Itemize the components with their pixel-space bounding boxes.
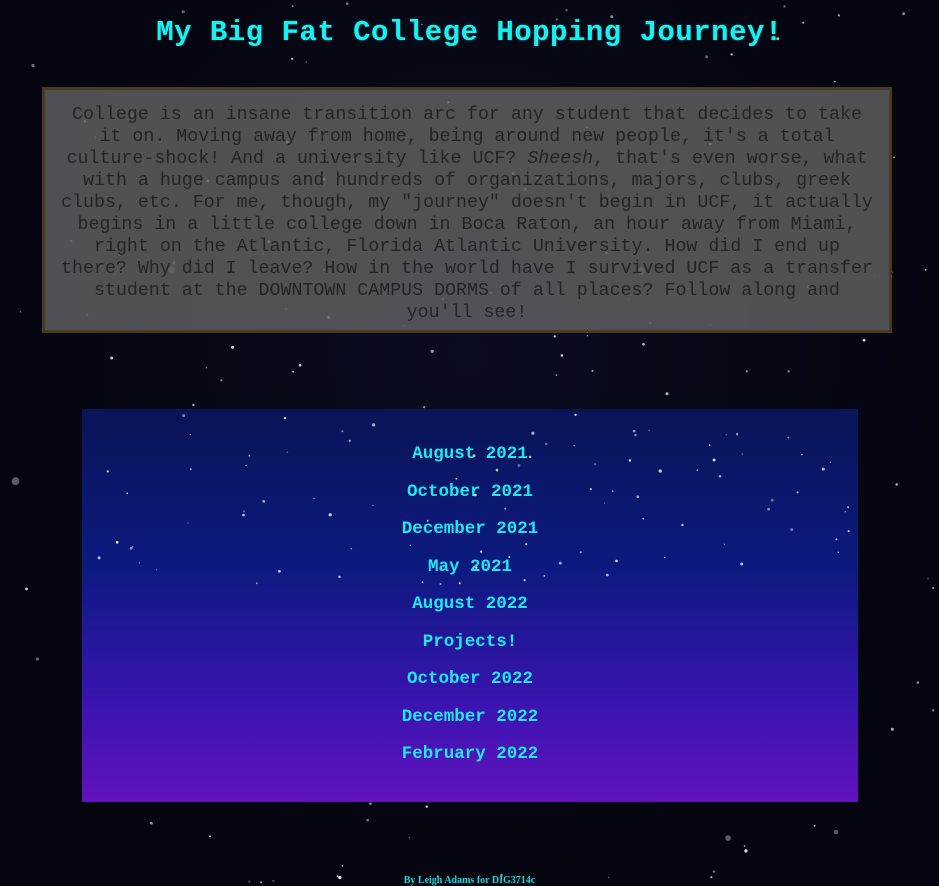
star bbox=[366, 818, 370, 822]
star bbox=[283, 417, 287, 420]
star bbox=[189, 433, 191, 436]
star bbox=[305, 61, 307, 63]
page-title: My Big Fat College Hopping Journey! bbox=[156, 16, 783, 49]
star bbox=[902, 12, 905, 16]
star bbox=[787, 436, 790, 439]
star bbox=[110, 356, 114, 360]
star bbox=[705, 55, 708, 59]
star bbox=[20, 311, 22, 313]
nav-item-projects: Projects! bbox=[82, 631, 858, 669]
star bbox=[565, 9, 568, 12]
star bbox=[423, 406, 426, 409]
nav-item-december-2022: December 2022 bbox=[82, 706, 858, 744]
star bbox=[341, 430, 344, 433]
star bbox=[665, 392, 669, 396]
star bbox=[634, 433, 637, 437]
nav-item-august-2022: August 2022 bbox=[82, 593, 858, 631]
star bbox=[586, 335, 589, 337]
star bbox=[205, 367, 207, 369]
star bbox=[735, 433, 739, 436]
star bbox=[745, 370, 748, 373]
nav-item-october-2022: October 2022 bbox=[82, 668, 858, 706]
star bbox=[642, 342, 645, 346]
nav-link-august-2021[interactable]: August 2021 bbox=[412, 444, 528, 464]
nav-link-february-2022[interactable]: February 2022 bbox=[402, 744, 539, 764]
star bbox=[425, 805, 428, 808]
nav-link-december-2022[interactable]: December 2022 bbox=[402, 707, 539, 727]
star bbox=[743, 845, 746, 847]
star bbox=[231, 345, 235, 349]
nav-link-december-2021[interactable]: December 2021 bbox=[402, 519, 539, 539]
star bbox=[787, 370, 790, 373]
star bbox=[35, 657, 40, 661]
star bbox=[560, 354, 564, 357]
star bbox=[220, 379, 223, 382]
star bbox=[834, 830, 839, 835]
star bbox=[348, 439, 351, 442]
nav-link-may-2021[interactable]: May 2021 bbox=[428, 557, 512, 577]
nav-link-august-2022[interactable]: August 2022 bbox=[412, 594, 528, 614]
intro-text-box: College is an insane transition arc for … bbox=[42, 87, 892, 333]
star bbox=[150, 821, 153, 825]
star bbox=[209, 835, 211, 838]
star bbox=[712, 870, 716, 873]
star bbox=[890, 727, 894, 731]
star bbox=[834, 80, 836, 83]
star bbox=[916, 681, 919, 684]
star bbox=[553, 335, 556, 338]
star bbox=[648, 429, 650, 431]
star bbox=[25, 587, 28, 591]
nav-link-october-2022[interactable]: October 2022 bbox=[407, 669, 533, 689]
star bbox=[369, 802, 372, 805]
star bbox=[345, 2, 349, 5]
navigation-panel: August 2021 October 2021 December 2021 M… bbox=[82, 409, 858, 802]
star bbox=[372, 423, 376, 427]
star bbox=[931, 708, 935, 712]
nav-link-projects[interactable]: Projects! bbox=[423, 632, 518, 652]
star bbox=[813, 824, 816, 827]
star bbox=[11, 477, 20, 486]
nav-item-may-2021: May 2021 bbox=[82, 556, 858, 594]
intro-text-emphasis: Sheesh bbox=[527, 149, 594, 169]
star bbox=[893, 156, 895, 159]
star bbox=[181, 10, 185, 14]
star bbox=[298, 364, 302, 367]
intro-text-part-2: , that's even worse, what with a huge ca… bbox=[61, 149, 873, 323]
star bbox=[591, 370, 594, 372]
nav-item-december-2021: December 2021 bbox=[82, 518, 858, 556]
star bbox=[341, 865, 344, 867]
nav-list: August 2021 October 2021 December 2021 M… bbox=[82, 443, 858, 781]
star bbox=[862, 338, 866, 342]
star bbox=[430, 349, 434, 353]
star bbox=[730, 53, 733, 56]
star bbox=[291, 57, 294, 60]
nav-link-october-2021[interactable]: October 2021 bbox=[407, 482, 533, 502]
nav-item-august-2021: August 2021 bbox=[82, 443, 858, 481]
star bbox=[924, 268, 927, 271]
star bbox=[725, 835, 731, 841]
star bbox=[725, 434, 727, 436]
star bbox=[291, 5, 294, 8]
star bbox=[292, 370, 295, 373]
star bbox=[895, 483, 898, 486]
star bbox=[783, 5, 786, 8]
footer-credit: By Leigh Adams for DIG3714c bbox=[403, 875, 536, 886]
page: My Big Fat College Hopping Journey! Coll… bbox=[0, 0, 939, 886]
nav-item-february-2022: February 2022 bbox=[82, 743, 858, 781]
star bbox=[744, 849, 748, 853]
star bbox=[182, 414, 186, 418]
star bbox=[531, 431, 535, 435]
star bbox=[932, 587, 935, 589]
star bbox=[192, 403, 195, 407]
star bbox=[632, 429, 636, 433]
nav-item-october-2021: October 2021 bbox=[82, 481, 858, 519]
star bbox=[555, 374, 558, 377]
star bbox=[31, 63, 35, 68]
star bbox=[574, 413, 577, 416]
star bbox=[408, 837, 410, 839]
star bbox=[927, 578, 929, 580]
